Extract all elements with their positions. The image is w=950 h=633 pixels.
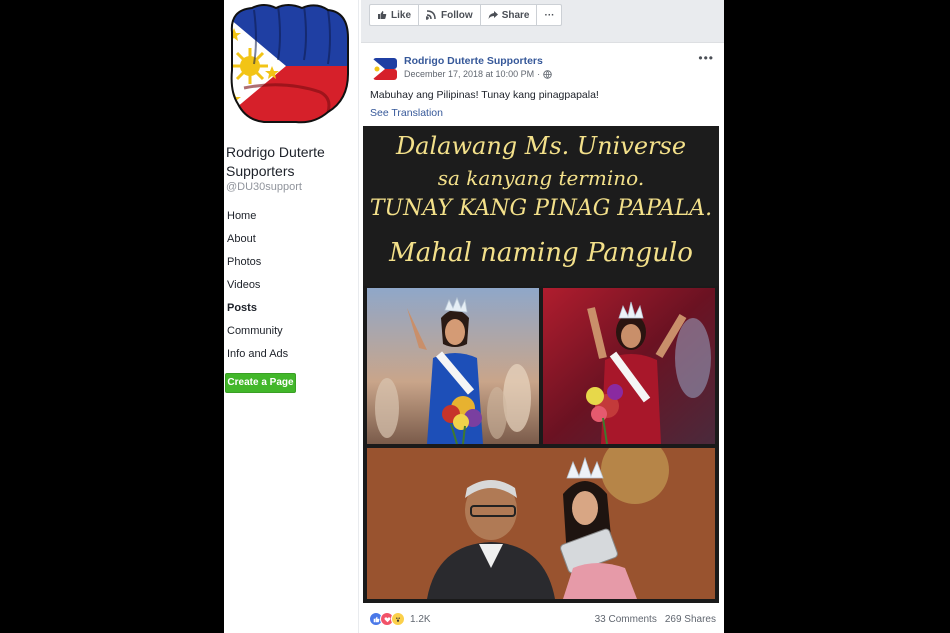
caption-line-3: TUNAY KANG PINAG PAPALA. <box>369 196 713 221</box>
follow-page-button[interactable]: Follow <box>419 5 481 25</box>
reaction-count: 1.2K <box>410 613 431 625</box>
nav-info-and-ads[interactable]: Info and Ads <box>224 343 356 366</box>
nav-videos[interactable]: Videos <box>224 274 356 297</box>
reaction-icons[interactable]: 1.2K <box>369 612 431 626</box>
nav-home[interactable]: Home <box>224 205 356 228</box>
post-timestamp[interactable]: December 17, 2018 at 10:00 PM · <box>404 69 552 79</box>
create-page-button[interactable]: Create a Page <box>225 373 296 393</box>
flag-fist-logo <box>224 0 356 132</box>
left-sidebar: Rodrigo Duterte Supporters @DU30support … <box>224 0 356 633</box>
share-label: Share <box>501 9 530 21</box>
post-options-button[interactable]: ••• <box>698 51 714 65</box>
photo-miss-universe-red-gown <box>543 288 715 444</box>
nav-posts[interactable]: Posts <box>224 297 356 320</box>
share-page-button[interactable]: Share <box>481 5 538 25</box>
pageant-photo-2 <box>543 288 715 444</box>
photo-selfie-with-president <box>367 448 715 599</box>
like-page-button[interactable]: Like <box>370 5 420 25</box>
see-translation-link[interactable]: See Translation <box>370 107 443 119</box>
nav-community[interactable]: Community <box>224 320 356 343</box>
flag-fist-avatar-icon <box>371 55 399 83</box>
image-caption: Dalawang Ms. Universe sa kanyang termino… <box>363 126 719 286</box>
caption-line-4: Mahal naming Pangulo <box>389 238 693 268</box>
pageant-photo-1 <box>367 288 539 444</box>
globe-icon <box>543 69 552 79</box>
column-divider <box>358 0 359 633</box>
shares-count-link[interactable]: 269 Shares <box>665 614 716 625</box>
page-title[interactable]: Rodrigo Duterte Supporters <box>226 143 354 181</box>
post-author-name[interactable]: Rodrigo Duterte Supporters <box>404 55 543 67</box>
nav-photos[interactable]: Photos <box>224 251 356 274</box>
caption-line-1: Dalawang Ms. Universe <box>395 132 687 160</box>
wow-icon <box>391 612 405 626</box>
post-author-avatar[interactable] <box>371 55 399 83</box>
post-footer: 1.2K 33 Comments 269 Shares <box>369 611 716 627</box>
post-card: Rodrigo Duterte Supporters December 17, … <box>361 42 724 633</box>
post-date-text: December 17, 2018 at 10:00 PM <box>404 69 535 79</box>
caption-line-2: sa kanyang termino. <box>437 166 645 190</box>
like-label: Like <box>391 9 412 21</box>
nav-about[interactable]: About <box>224 228 356 251</box>
comments-count-link[interactable]: 33 Comments <box>595 614 657 625</box>
selfie-photo <box>367 448 715 599</box>
rss-follow-icon <box>426 10 436 20</box>
thumbs-up-icon <box>378 11 387 19</box>
page-nav: Home About Photos Videos Posts Community… <box>224 205 356 366</box>
page-profile-picture[interactable] <box>224 0 356 132</box>
post-message: Mabuhay ang Pilipinas! Tunay kang pinagp… <box>370 89 599 101</box>
main-column: Like Follow Share ··· Rodrigo Duterte Su… <box>361 0 724 633</box>
page-handle[interactable]: @DU30support <box>226 181 302 193</box>
page-action-bar: Like Follow Share ··· <box>369 4 563 26</box>
date-separator: · <box>537 69 541 79</box>
more-options-button[interactable]: ··· <box>537 5 561 25</box>
follow-label: Follow <box>441 9 473 21</box>
facebook-page: Rodrigo Duterte Supporters @DU30support … <box>224 0 724 633</box>
post-image[interactable]: Dalawang Ms. Universe sa kanyang termino… <box>363 126 719 603</box>
photo-miss-universe-blue-gown <box>367 288 539 444</box>
share-arrow-icon <box>488 11 498 19</box>
